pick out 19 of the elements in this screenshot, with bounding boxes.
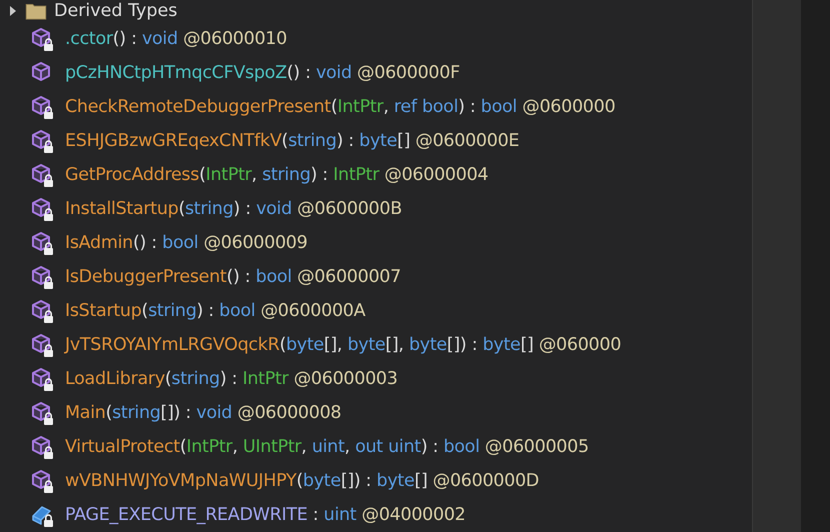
folder-icon [24, 2, 48, 20]
member-signature[interactable]: Main(string[]) : void @06000008 [65, 403, 342, 423]
scrollbar[interactable] [752, 0, 801, 532]
member-signature[interactable]: CheckRemoteDebuggerPresent(IntPtr, ref bool) : bool @0600000 [65, 97, 616, 117]
tree-item-label[interactable]: Derived Types [54, 1, 178, 21]
member-signature[interactable]: wVBNHWJYoVMpNaWUJHPY(byte[]) : byte[] @0600000D [65, 471, 539, 491]
member-signature[interactable]: InstallStartup(string) : void @0600000B [65, 199, 402, 219]
member-signature[interactable]: IsDebuggerPresent() : bool @06000007 [65, 267, 401, 287]
member-signature[interactable]: GetProcAddress(IntPtr, string) : IntPtr @06000004 [65, 165, 488, 185]
expand-arrow-icon[interactable] [8, 5, 18, 17]
member-signature[interactable]: ESHJGBzwGREqexCNTfkV(string) : byte[] @0600000E [65, 131, 520, 151]
member-signature[interactable]: LoadLibrary(string) : IntPtr @06000003 [65, 369, 398, 389]
member-signature[interactable]: IsAdmin() : bool @06000009 [65, 233, 308, 253]
member-signature[interactable]: IsStartup(string) : bool @0600000A [65, 301, 366, 321]
member-signature[interactable]: pCzHNCtpHTmqcCFVspoZ() : void @0600000F [65, 63, 460, 83]
member-signature[interactable]: PAGE_EXECUTE_READWRITE : uint @04000002 [65, 505, 466, 525]
member-signature[interactable]: JvTSROYAIYmLRGVOqckR(byte[], byte[], byte[]) : byte[] @060000 [65, 335, 622, 355]
member-signature[interactable]: VirtualProtect(IntPtr, UIntPtr, uint, out uint) : bool @06000005 [65, 437, 589, 457]
member-signature[interactable]: .cctor() : void @06000010 [65, 29, 287, 49]
